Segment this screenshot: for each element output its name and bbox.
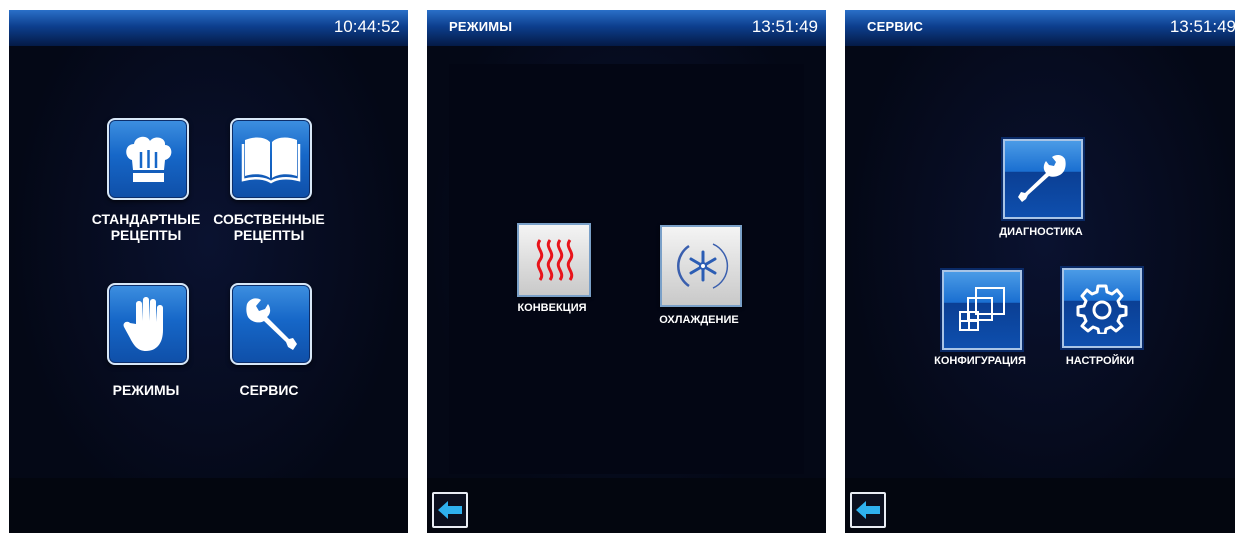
modes-label: РЕЖИМЫ <box>112 382 180 398</box>
standard-recipes-label: СТАНДАРТНЫЕ РЕЦЕПТЫ <box>91 211 201 243</box>
clock: 10:44:52 <box>333 17 400 36</box>
convection-button[interactable] <box>517 223 591 297</box>
screen-title: РЕЖИМЫ <box>449 19 513 34</box>
top-bar: СЕРВИС 13:51:49 <box>845 10 1235 46</box>
back-arrow-icon <box>856 501 880 519</box>
back-button[interactable] <box>850 492 886 528</box>
wrench-icon <box>1018 154 1066 202</box>
chef-hat-icon <box>126 136 172 182</box>
main-area <box>427 46 826 533</box>
clock: 13:51:49 <box>1169 17 1235 36</box>
top-bar: РЕЖИМЫ 13:51:49 <box>427 10 826 46</box>
bottom-strip <box>427 478 826 533</box>
main-menu-screen: 10:44:52 СТАНДАРТНЫЕ РЕЦЕПТЫ СОБСТВЕННЫЕ… <box>9 10 408 533</box>
diagnostics-button[interactable] <box>1003 139 1083 219</box>
settings-label: НАСТРОЙКИ <box>1065 355 1135 367</box>
wrench-icon <box>246 298 297 350</box>
standard-recipes-button[interactable] <box>107 118 189 200</box>
main-area <box>845 46 1235 533</box>
bottom-strip <box>845 478 1235 533</box>
modes-screen: РЕЖИМЫ 13:51:49 КОНВЕКЦИЯ ОХЛАЖДЕНИЕ <box>427 10 826 533</box>
convection-label: КОНВЕКЦИЯ <box>517 302 587 314</box>
configuration-label: КОНФИГУРАЦИЯ <box>934 355 1026 367</box>
heat-waves-icon <box>536 239 574 281</box>
own-recipes-button[interactable] <box>230 118 312 200</box>
hand-icon <box>123 297 163 351</box>
layers-icon <box>959 287 1005 331</box>
cooling-button[interactable] <box>660 225 742 307</box>
book-icon <box>241 137 301 184</box>
service-label: СЕРВИС <box>239 382 299 398</box>
service-button[interactable] <box>230 283 312 365</box>
gear-icon <box>1076 284 1128 334</box>
cooling-label: ОХЛАЖДЕНИЕ <box>659 314 739 326</box>
content-panel <box>449 64 804 474</box>
own-recipes-label: СОБСТВЕННЫЕ РЕЦЕПТЫ <box>213 211 325 243</box>
main-area <box>9 46 408 533</box>
diagnostics-label: ДИАГНОСТИКА <box>999 226 1083 238</box>
top-bar: 10:44:52 <box>9 10 408 46</box>
back-button[interactable] <box>432 492 468 528</box>
back-arrow-icon <box>438 501 462 519</box>
screen-title: СЕРВИС <box>867 19 924 34</box>
configuration-button[interactable] <box>942 270 1022 350</box>
snowflake-icon <box>677 243 729 289</box>
service-screen: СЕРВИС 13:51:49 ДИАГНОСТИКА КОНФИГУРАЦИЯ… <box>845 10 1235 533</box>
clock: 13:51:49 <box>751 17 818 36</box>
modes-button[interactable] <box>107 283 189 365</box>
bottom-strip <box>9 478 408 533</box>
settings-button[interactable] <box>1062 268 1142 348</box>
